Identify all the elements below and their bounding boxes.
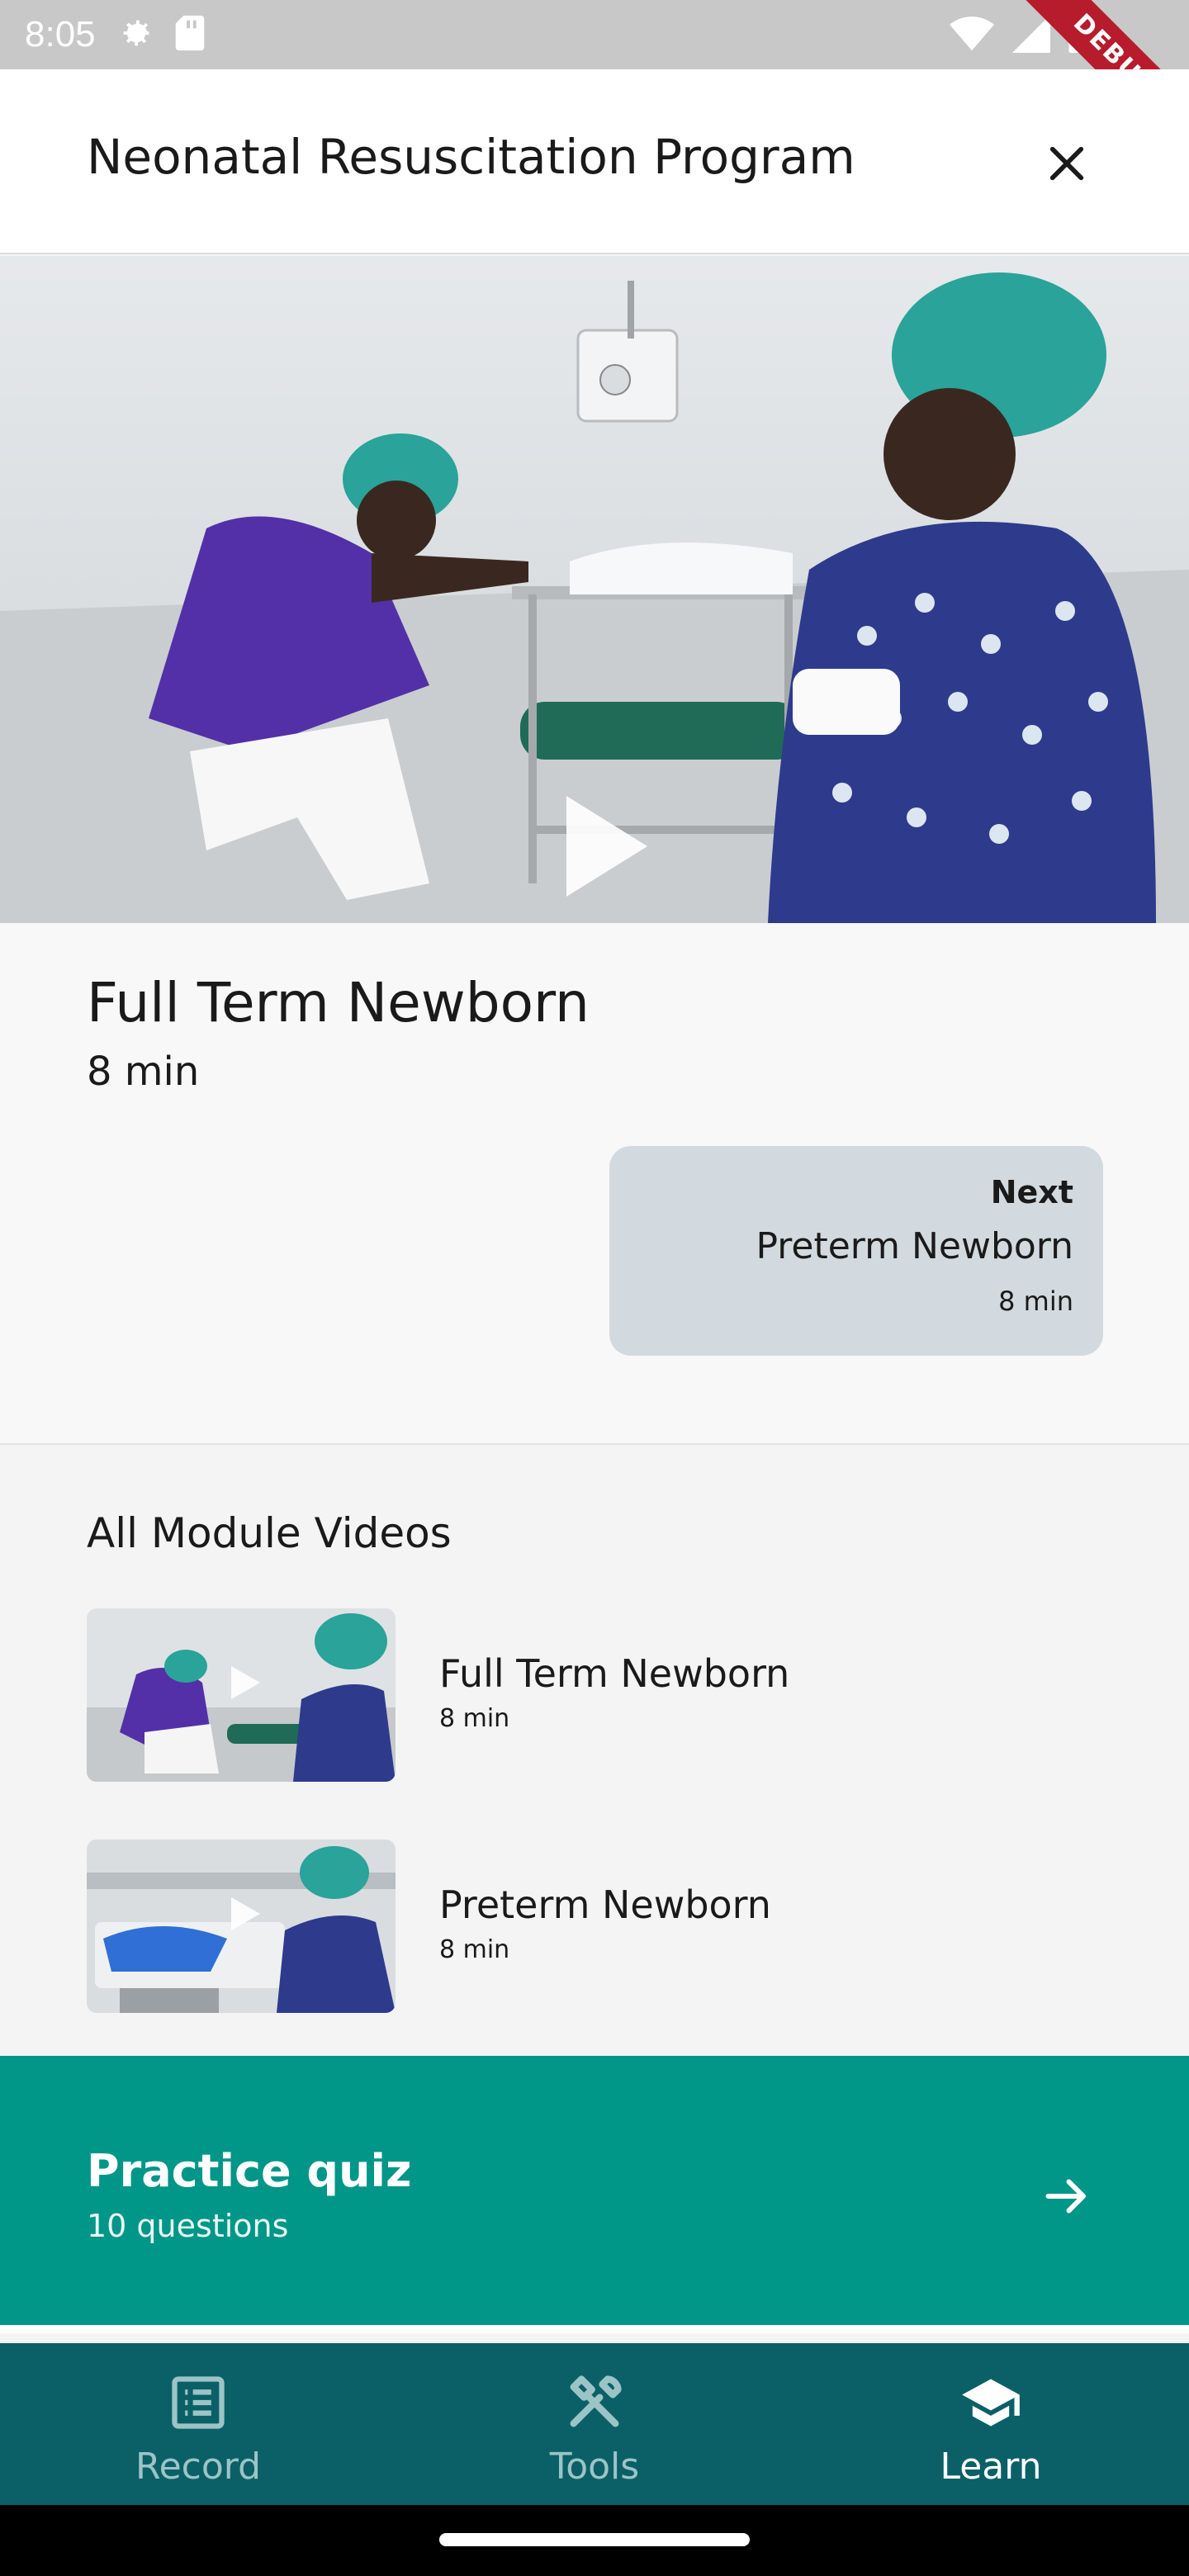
video-thumbnail [87, 1840, 396, 2013]
status-time: 8:05 [25, 14, 96, 54]
video-player[interactable] [0, 256, 1189, 923]
home-indicator[interactable] [439, 2533, 750, 2546]
graduation-cap-icon [962, 2379, 1020, 2427]
module-video-item[interactable]: Preterm Newborn 8 min [87, 1840, 1102, 2013]
next-video-title: Preterm Newborn [756, 1225, 1073, 1267]
video-thumbnail [87, 1608, 396, 1782]
current-video-duration: 8 min [87, 1049, 200, 1095]
nav-item-learn[interactable]: Learn [793, 2343, 1189, 2505]
next-video-duration: 8 min [998, 1286, 1073, 1317]
play-icon[interactable] [561, 793, 652, 900]
current-video-title: Full Term Newborn [87, 971, 590, 1035]
next-label: Next [990, 1174, 1073, 1210]
nav-label: Tools [549, 2446, 640, 2488]
next-video-card[interactable]: Next Preterm Newborn 8 min [609, 1146, 1103, 1356]
wifi-status-icon [950, 17, 994, 51]
app-bar: Neonatal Resuscitation Program [0, 69, 1189, 254]
gesture-bar [0, 2505, 1189, 2576]
module-videos-section: All Module Videos Full Term Newborn 8 mi… [0, 1447, 1189, 2056]
module-video-title: Full Term Newborn [439, 1651, 790, 1696]
settings-status-icon [117, 14, 155, 55]
bottom-navigation: Record Tools Learn [0, 2343, 1189, 2505]
module-video-title: Preterm Newborn [439, 1882, 771, 1927]
quiz-subtitle: 10 questions [87, 2208, 289, 2244]
sd-card-status-icon [173, 14, 206, 55]
nav-label: Learn [940, 2446, 1042, 2488]
status-bar: 8:05 DEBUG [0, 0, 1189, 178]
nav-item-tools[interactable]: Tools [396, 2343, 793, 2505]
nav-label: Record [135, 2446, 262, 2488]
module-video-duration: 8 min [439, 1935, 510, 1964]
arrow-right-icon[interactable] [1042, 2171, 1092, 2221]
practice-quiz-banner[interactable]: Practice quiz 10 questions [0, 2056, 1189, 2333]
module-video-duration: 8 min [439, 1704, 510, 1733]
list-icon [172, 2376, 225, 2429]
current-video-info: Full Term Newborn 8 min Next Preterm New… [0, 923, 1189, 1445]
quiz-title: Practice quiz [87, 2145, 412, 2197]
close-button[interactable] [1037, 134, 1097, 193]
module-video-item[interactable]: Full Term Newborn 8 min [87, 1608, 1102, 1782]
signal-status-icon [1012, 15, 1050, 53]
close-icon [1049, 146, 1084, 181]
page-title: Neonatal Resuscitation Program [87, 129, 855, 185]
tools-icon [570, 2375, 622, 2427]
module-videos-heading: All Module Videos [87, 1509, 452, 1557]
nav-item-record[interactable]: Record [0, 2343, 396, 2505]
